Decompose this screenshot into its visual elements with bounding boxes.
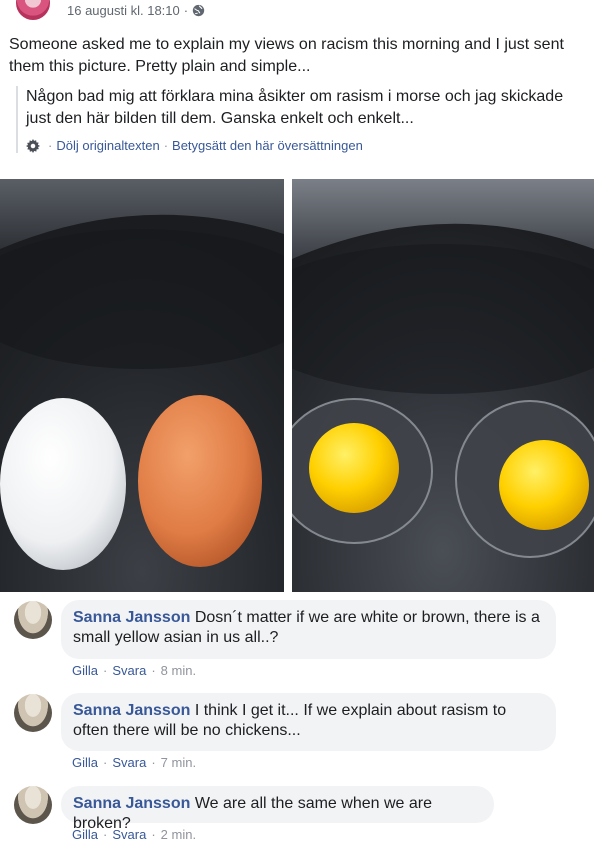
comment-actions: Gilla · Svara · 8 min. bbox=[72, 663, 196, 678]
reply-link[interactable]: Svara bbox=[112, 663, 146, 678]
like-link[interactable]: Gilla bbox=[72, 755, 98, 770]
comment-time[interactable]: 8 min. bbox=[161, 663, 196, 678]
translation-block: Någon bad mig att förklara mina åsikter … bbox=[16, 86, 586, 153]
commenter-avatar[interactable] bbox=[14, 601, 52, 639]
actions-separator: · bbox=[103, 663, 108, 678]
actions-separator: · bbox=[103, 827, 108, 842]
meta-separator: · bbox=[183, 3, 189, 18]
commenter-avatar[interactable] bbox=[14, 786, 52, 824]
post-timestamp[interactable]: 16 augusti kl. 18:10 bbox=[67, 3, 180, 18]
rate-translation-link[interactable]: Betygsätt den här översättningen bbox=[172, 138, 363, 153]
globe-icon[interactable] bbox=[192, 4, 205, 17]
actions-separator: · bbox=[151, 755, 156, 770]
comment-actions: Gilla · Svara · 2 min. bbox=[72, 827, 196, 842]
hide-original-link[interactable]: Dölj originaltexten bbox=[56, 138, 159, 153]
comment-bubble: Sanna Jansson We are all the same when w… bbox=[61, 786, 494, 832]
comment-bubble: Sanna Jansson I think I get it... If we … bbox=[61, 693, 556, 751]
comment-bubble: Sanna Jansson Dosn´t matter if we are wh… bbox=[61, 600, 556, 659]
gear-icon[interactable] bbox=[26, 138, 40, 153]
post-meta: 16 augusti kl. 18:10 · bbox=[67, 3, 205, 18]
translation-separator: · bbox=[48, 138, 53, 153]
translation-separator: · bbox=[163, 138, 169, 153]
actions-separator: · bbox=[151, 827, 156, 842]
comment-author[interactable]: Sanna Jansson bbox=[73, 609, 190, 626]
like-link[interactable]: Gilla bbox=[72, 663, 98, 678]
post-header: 16 augusti kl. 18:10 · bbox=[0, 0, 598, 26]
reply-link[interactable]: Svara bbox=[112, 755, 146, 770]
comment-time[interactable]: 2 min. bbox=[161, 827, 196, 842]
reply-link[interactable]: Svara bbox=[112, 827, 146, 842]
translated-text: Någon bad mig att förklara mina åsikter … bbox=[26, 88, 564, 127]
author-avatar[interactable] bbox=[16, 0, 50, 20]
comment-time[interactable]: 7 min. bbox=[161, 755, 196, 770]
post-text: Someone asked me to explain my views on … bbox=[9, 36, 564, 75]
photo-whole-eggs[interactable] bbox=[0, 179, 284, 592]
comment-author[interactable]: Sanna Jansson bbox=[73, 702, 190, 719]
photo-cracked-eggs[interactable] bbox=[292, 179, 594, 592]
like-link[interactable]: Gilla bbox=[72, 827, 98, 842]
commenter-avatar[interactable] bbox=[14, 694, 52, 732]
translation-actions: · Dölj originaltexten · Betygsätt den hä… bbox=[26, 138, 586, 153]
comment-actions: Gilla · Svara · 7 min. bbox=[72, 755, 196, 770]
actions-separator: · bbox=[103, 755, 108, 770]
actions-separator: · bbox=[151, 663, 156, 678]
comment-author[interactable]: Sanna Jansson bbox=[73, 795, 190, 812]
